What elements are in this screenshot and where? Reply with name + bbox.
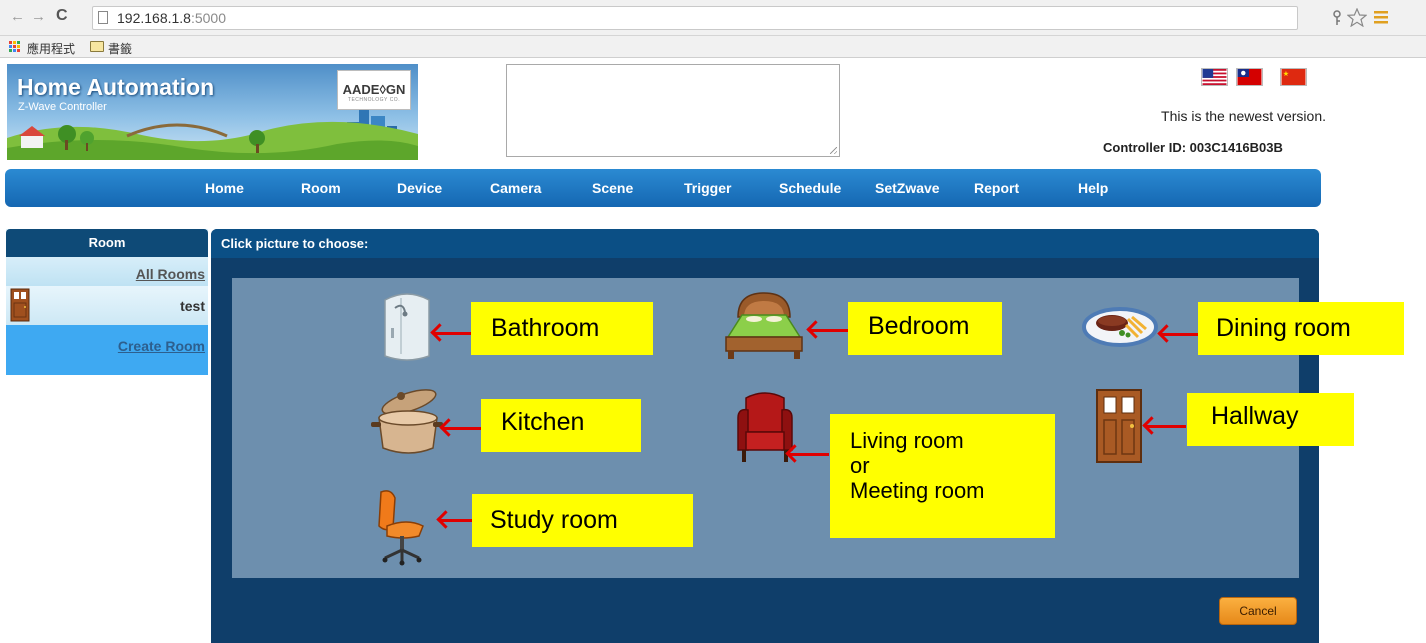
nav-camera[interactable]: Camera bbox=[490, 180, 541, 196]
us-flag-icon[interactable] bbox=[1201, 68, 1228, 86]
callout-label: Kitchen bbox=[501, 408, 585, 436]
nav-setzwave[interactable]: SetZwave bbox=[875, 180, 940, 196]
nav-room[interactable]: Room bbox=[301, 180, 341, 196]
room-name: test bbox=[180, 298, 205, 314]
nav-trigger[interactable]: Trigger bbox=[684, 180, 731, 196]
nav-device[interactable]: Device bbox=[397, 180, 442, 196]
url-text: 192.168.1.8:5000 bbox=[117, 10, 226, 26]
star-icon[interactable] bbox=[1347, 8, 1367, 27]
china-flag-icon[interactable] bbox=[1280, 68, 1307, 86]
logo-tagline: TECHNOLOGY CO. bbox=[347, 97, 401, 103]
nav-scene[interactable]: Scene bbox=[592, 180, 633, 196]
bookmark-apps[interactable]: 應用程式 bbox=[27, 40, 75, 57]
home-automation-banner: Home Automation Z-Wave Controller AADE◊G… bbox=[7, 64, 418, 160]
address-bar[interactable]: 192.168.1.8:5000 bbox=[92, 6, 1298, 30]
callout-bathroom: Bathroom bbox=[471, 302, 653, 355]
key-icon[interactable] bbox=[1331, 10, 1343, 26]
taiwan-flag-icon[interactable] bbox=[1236, 68, 1263, 86]
nav-home[interactable]: Home bbox=[205, 180, 244, 196]
callout-line: Meeting room bbox=[850, 478, 985, 503]
forward-arrow-icon[interactable]: → bbox=[31, 8, 46, 25]
callout-kitchen: Kitchen bbox=[481, 399, 641, 452]
sidebar-item-test[interactable]: test bbox=[6, 286, 208, 325]
reload-icon[interactable]: C bbox=[56, 7, 68, 25]
red-arrow-icon bbox=[1146, 425, 1186, 428]
bed-icon[interactable] bbox=[724, 289, 804, 361]
callout-hallway: Hallway bbox=[1187, 393, 1354, 446]
dialog-title: Click picture to choose: bbox=[221, 236, 369, 251]
menu-icon[interactable] bbox=[1374, 11, 1388, 24]
red-arrow-icon bbox=[443, 427, 481, 430]
nav-help[interactable]: Help bbox=[1078, 180, 1108, 196]
nav-report[interactable]: Report bbox=[974, 180, 1019, 196]
apps-grid-icon[interactable] bbox=[9, 41, 21, 53]
room-sidebar-header: Room bbox=[6, 229, 208, 257]
dinner-plate-icon[interactable] bbox=[1082, 303, 1158, 349]
sidebar-item-all-rooms[interactable]: All Rooms bbox=[6, 257, 208, 286]
office-chair-icon[interactable] bbox=[373, 488, 431, 566]
url-host: 192.168.1.8 bbox=[117, 10, 191, 26]
red-arrow-icon bbox=[789, 453, 829, 456]
resize-grip-icon[interactable] bbox=[830, 147, 837, 154]
company-logo: AADE◊GN TECHNOLOGY CO. bbox=[337, 70, 411, 110]
page-icon bbox=[98, 11, 108, 24]
all-rooms-link[interactable]: All Rooms bbox=[136, 266, 205, 282]
message-textarea[interactable] bbox=[506, 64, 840, 157]
callout-dining-room: Dining room bbox=[1198, 302, 1404, 355]
banner-subtitle: Z-Wave Controller bbox=[18, 101, 107, 113]
url-port: :5000 bbox=[190, 10, 227, 26]
folder-icon bbox=[90, 41, 104, 52]
callout-label: Hallway bbox=[1211, 402, 1299, 430]
callout-living-room: Living room or Meeting room bbox=[830, 414, 1055, 538]
callout-line: or bbox=[850, 453, 870, 478]
back-arrow-icon[interactable]: ← bbox=[10, 8, 25, 25]
shower-icon[interactable] bbox=[381, 288, 433, 362]
dialog-header: Click picture to choose: bbox=[211, 229, 1319, 258]
cooking-pot-icon[interactable] bbox=[369, 388, 443, 458]
red-arrow-icon bbox=[810, 329, 848, 332]
callout-bedroom: Bedroom bbox=[848, 302, 1002, 355]
sidebar-item-create-room[interactable]: Create Room bbox=[6, 325, 208, 375]
red-arrow-icon bbox=[434, 332, 472, 335]
door-icon[interactable] bbox=[1095, 388, 1143, 464]
callout-label: Dining room bbox=[1216, 314, 1351, 342]
callout-line: Living room bbox=[850, 428, 964, 453]
create-room-link[interactable]: Create Room bbox=[118, 338, 205, 354]
red-arrow-icon bbox=[440, 519, 473, 522]
cancel-button[interactable]: Cancel bbox=[1219, 597, 1297, 625]
controller-id: Controller ID: 003C1416B03B bbox=[1103, 140, 1283, 155]
logo-text: AADE◊GN bbox=[342, 82, 406, 97]
room-sidebar: Room All Rooms test Create Room bbox=[6, 229, 208, 375]
callout-label: Bedroom bbox=[868, 312, 970, 340]
main-navigation: Home Room Device Camera Scene Trigger Sc… bbox=[5, 169, 1321, 207]
banner-title: Home Automation bbox=[17, 74, 215, 100]
callout-study-room: Study room bbox=[472, 494, 693, 547]
door-icon bbox=[10, 288, 30, 322]
callout-label: Bathroom bbox=[491, 314, 600, 342]
version-status: This is the newest version. bbox=[1161, 108, 1326, 124]
callout-label: Study room bbox=[490, 506, 618, 534]
red-arrow-icon bbox=[1161, 333, 1199, 336]
browser-toolbar: ← → C 192.168.1.8:5000 bbox=[0, 0, 1426, 36]
bookmark-folder[interactable]: 書籤 bbox=[108, 40, 132, 57]
nav-schedule[interactable]: Schedule bbox=[779, 180, 841, 196]
bookmarks-bar: 應用程式 書籤 bbox=[0, 36, 1426, 58]
